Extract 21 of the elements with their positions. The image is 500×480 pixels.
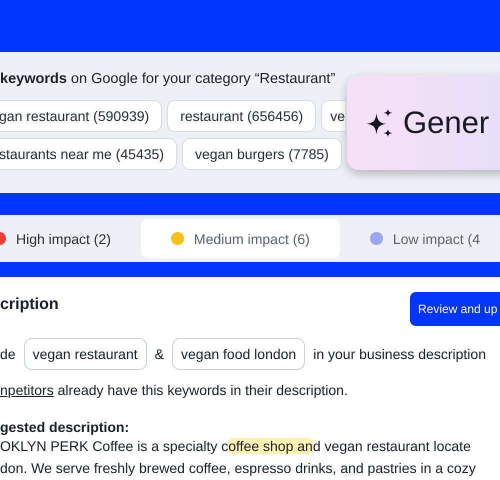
impact-tab[interactable]: Medium impact (6): [140, 219, 340, 258]
sparkle-icon: [365, 108, 395, 138]
impact-tab[interactable]: High impact (2): [0, 219, 141, 258]
keyword-chip: vegan food london: [172, 338, 306, 370]
keywords-intro: keywords on Google for your category “Restaurant”: [0, 70, 336, 89]
keyword-chip[interactable]: ve: [321, 100, 345, 132]
keyword-chip: vegan restaurant: [24, 338, 147, 370]
section-title: cription: [0, 296, 59, 314]
suggested-label: gested description:: [0, 419, 130, 435]
suggested-text: don. We serve freshly brewed coffee, espresso drinks, and pastries in a cozy: [0, 459, 477, 478]
suggested-text: OKLYN PERK Coffee is a specialty coffee shop and vegan restaurant locate: [0, 437, 472, 456]
review-button[interactable]: Review and up: [410, 292, 500, 326]
include-text: de: [0, 346, 16, 362]
keyword-chip[interactable]: restaurant (656456): [167, 100, 316, 132]
generate-button[interactable]: Gener: [347, 75, 500, 170]
competitors-text: npetitors already have this keywords in their description.: [0, 381, 349, 400]
competitors-link[interactable]: npetitors: [0, 382, 54, 398]
ampersand-text: &: [154, 346, 164, 362]
include-text: in your business description: [313, 346, 486, 362]
impact-tab[interactable]: Low impact (4: [340, 219, 500, 258]
keyword-chip[interactable]: vegan burgers (7785): [182, 138, 342, 170]
